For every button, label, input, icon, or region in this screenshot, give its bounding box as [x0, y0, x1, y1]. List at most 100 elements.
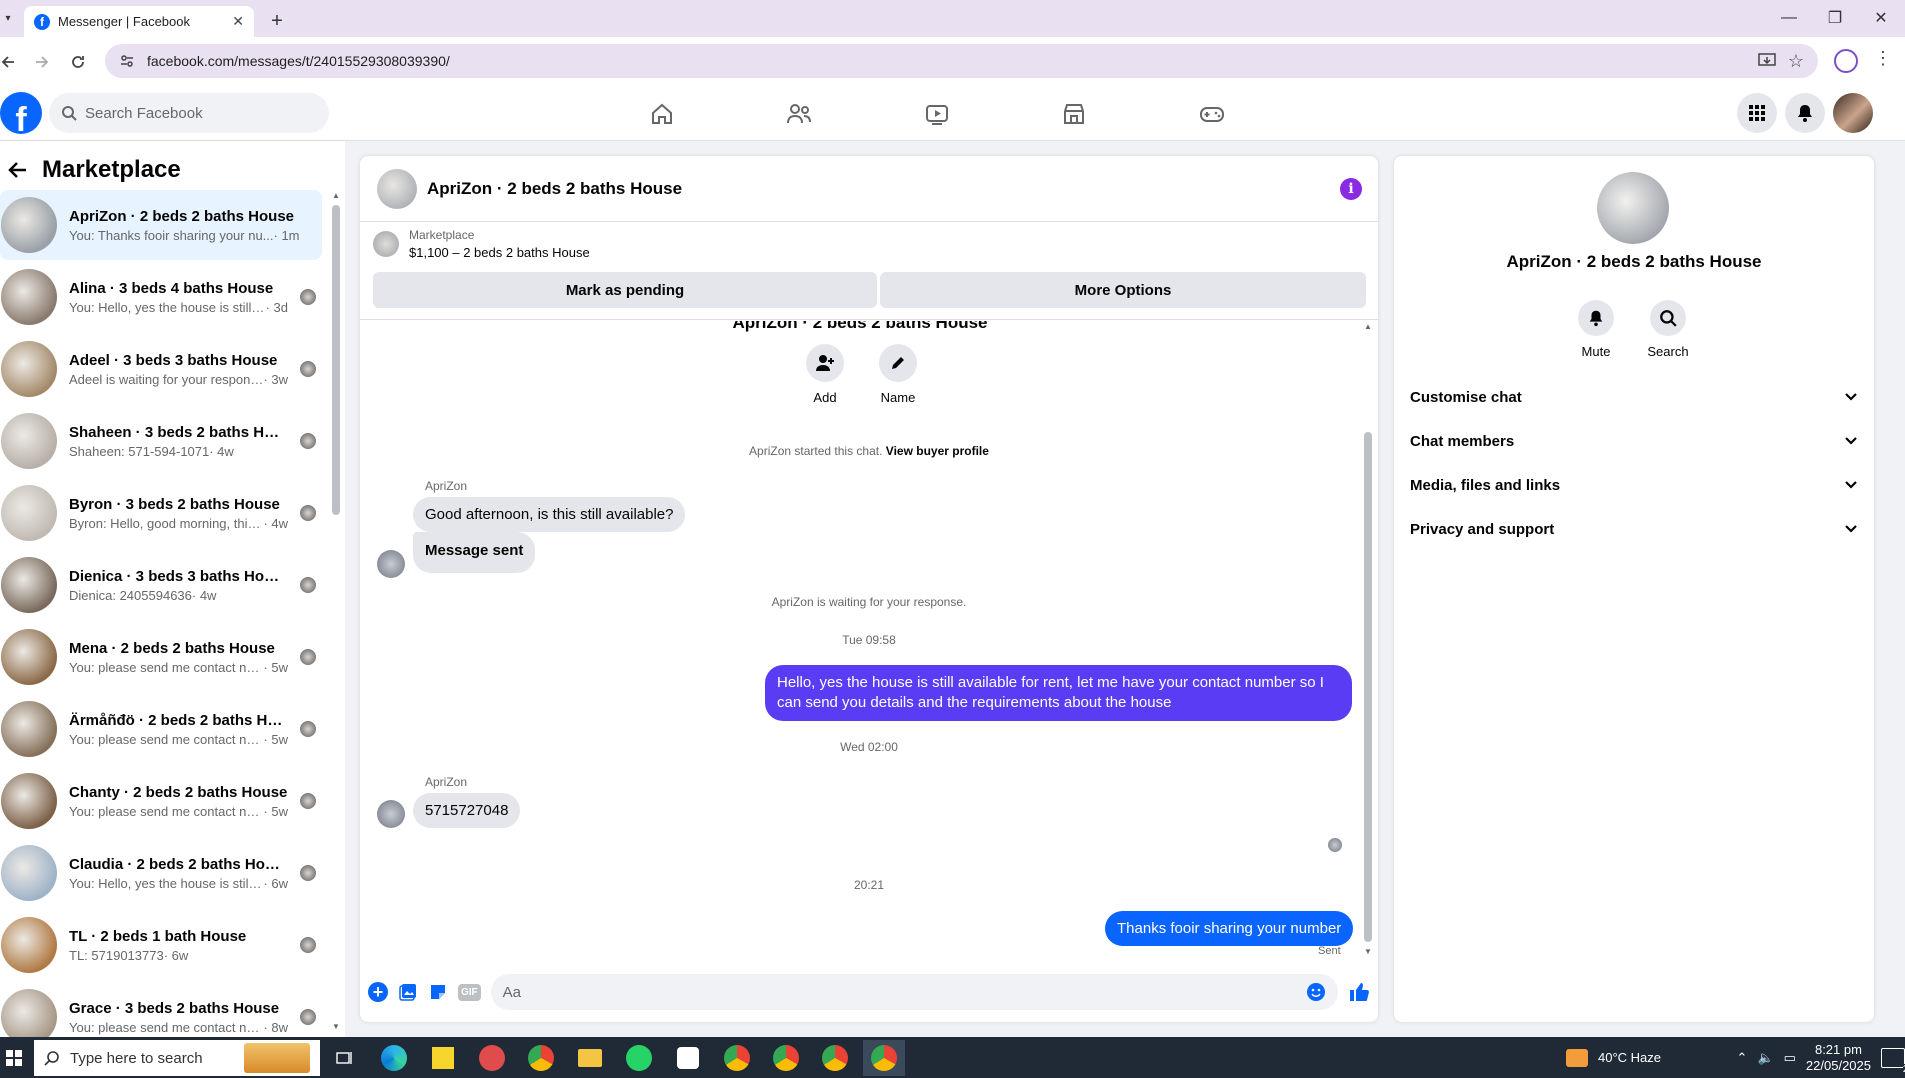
conversation-item[interactable]: Chanty · 2 beds 2 baths House You: please…	[0, 766, 322, 836]
conversation-item[interactable]: Byron · 3 beds 2 baths House Byron: Hello…	[0, 478, 322, 548]
more-options-button[interactable]: More Options	[880, 272, 1366, 308]
marketplace-icon[interactable]	[1044, 96, 1104, 132]
listing-info[interactable]: Marketplace $1,100 – 2 beds 2 baths Hous…	[372, 228, 590, 260]
attach-photo-icon[interactable]	[398, 982, 418, 1002]
close-tab-icon[interactable]: ✕	[232, 13, 244, 30]
message-bubble[interactable]: Message sent	[413, 532, 536, 573]
task-view-icon[interactable]	[324, 1040, 366, 1076]
edge-icon[interactable]	[373, 1040, 415, 1076]
tray-chevron-icon[interactable]: ⌃	[1737, 1050, 1748, 1066]
conversation-text: Ärmåñđö · 2 beds 2 baths Ho... You: pleas…	[69, 712, 288, 747]
weather-icon[interactable]	[1566, 1048, 1588, 1067]
conversation-item[interactable]: Ärmåñđö · 2 beds 2 baths Ho... You: pleas…	[0, 694, 322, 764]
home-icon[interactable]	[632, 96, 692, 132]
conversation-item[interactable]: Shaheen · 3 beds 2 baths House Shaheen: 5…	[0, 406, 322, 476]
conversation-name: Chanty · 2 beds 2 baths House	[69, 783, 288, 801]
media-files-links-section[interactable]: Media, files and links	[1408, 463, 1860, 507]
conversation-text: Alina · 3 beds 4 baths House You: Hello, …	[69, 280, 288, 315]
windows-start-icon[interactable]	[0, 1044, 28, 1072]
address-bar[interactable]: facebook.com/messages/t/2401552930803939…	[105, 44, 1818, 78]
chrome-profile-icon[interactable]	[814, 1040, 856, 1076]
info-icon[interactable]: i	[1340, 177, 1362, 200]
file-explorer-icon[interactable]	[569, 1040, 611, 1076]
tab-search-icon[interactable]: ▾	[0, 8, 16, 28]
customise-chat-section[interactable]: Customise chat	[1408, 375, 1860, 419]
account-avatar[interactable]	[1833, 93, 1873, 133]
gif-icon[interactable]: GIF	[458, 983, 481, 1001]
edit-name-button[interactable]: Name	[868, 344, 928, 405]
reload-icon[interactable]	[64, 48, 92, 76]
thumbs-up-icon[interactable]	[1348, 981, 1370, 1003]
network-icon[interactable]: ▭	[1784, 1050, 1796, 1066]
chrome-profile-icon[interactable]	[765, 1040, 807, 1076]
sender-avatar[interactable]	[377, 800, 405, 828]
my-message-bubble[interactable]: Hello, yes the house is still available …	[765, 665, 1352, 721]
new-tab-button[interactable]: +	[264, 8, 290, 34]
chrome-profile-icon[interactable]	[863, 1040, 905, 1076]
back-icon[interactable]	[0, 48, 22, 76]
more-actions-plus-icon[interactable]: +	[368, 982, 388, 1002]
browser-tab[interactable]: f Messenger | Facebook ✕	[24, 6, 254, 37]
chat-avatar[interactable]	[377, 168, 417, 209]
conversation-item[interactable]: TL · 2 beds 1 bath House TL: 5719013773 ·…	[0, 910, 322, 980]
message-bubble[interactable]: Good afternoon, is this still available?	[413, 497, 686, 532]
conversation-item[interactable]: Claudia · 2 beds 2 baths House You: Hello…	[0, 838, 322, 908]
gaming-icon[interactable]	[1182, 96, 1242, 132]
chrome-icon[interactable]	[520, 1040, 562, 1076]
browser-menu-icon[interactable]: ⋮	[1874, 48, 1892, 69]
mute-button[interactable]: Mute	[1566, 300, 1626, 359]
whatsapp-icon[interactable]	[618, 1040, 660, 1076]
site-info-icon[interactable]	[119, 53, 135, 69]
my-message-bubble[interactable]: Thanks fooir sharing your number	[1105, 911, 1354, 946]
friends-icon[interactable]	[769, 96, 829, 132]
notifications-bell-icon[interactable]	[1785, 93, 1825, 133]
clock[interactable]: 8:21 pm 22/05/2025	[1806, 1042, 1871, 1074]
search-in-chat-button[interactable]: Search	[1638, 300, 1698, 359]
menu-grid-icon[interactable]	[1737, 93, 1777, 133]
weather-text[interactable]: 40°C Haze	[1598, 1050, 1661, 1065]
scroll-down-icon[interactable]: ▼	[332, 1022, 340, 1031]
view-buyer-profile-link[interactable]: View buyer profile	[886, 444, 989, 458]
chat-members-section[interactable]: Chat members	[1408, 419, 1860, 463]
tab-title: Messenger | Facebook	[58, 14, 190, 29]
emoji-icon[interactable]	[1306, 982, 1326, 1002]
mark-as-pending-button[interactable]: Mark as pending	[373, 272, 877, 308]
conversation-item[interactable]: ApriZon · 2 beds 2 baths House You: Thank…	[0, 190, 322, 260]
back-arrow-icon[interactable]	[8, 160, 28, 180]
sender-avatar[interactable]	[377, 550, 405, 578]
install-app-icon[interactable]	[1758, 53, 1776, 69]
minimize-button[interactable]: —	[1766, 0, 1812, 36]
maximize-button[interactable]: ❐	[1812, 0, 1858, 36]
forward-icon[interactable]	[28, 48, 56, 76]
privacy-support-section[interactable]: Privacy and support	[1408, 507, 1860, 551]
conversation-item[interactable]: Mena · 2 beds 2 baths House You: please s…	[0, 622, 322, 692]
chat-title[interactable]: ApriZon · 2 beds 2 baths House	[427, 179, 1330, 199]
video-icon[interactable]	[907, 96, 967, 132]
message-input[interactable]: Aa	[490, 974, 1338, 1010]
facebook-search[interactable]: Search Facebook	[49, 93, 329, 133]
profile-icon[interactable]	[1834, 49, 1858, 73]
chat-scroll-up-icon[interactable]: ▲	[1364, 322, 1372, 331]
listing-thumbnail	[1, 557, 57, 613]
app-icon[interactable]	[471, 1040, 513, 1076]
details-avatar[interactable]	[1597, 172, 1669, 244]
conversation-item[interactable]: Dienica · 3 beds 3 baths House Dienica: 2…	[0, 550, 322, 620]
sidebar-scrollbar[interactable]	[332, 205, 340, 515]
sticky-notes-icon[interactable]	[422, 1040, 464, 1076]
volume-icon[interactable]: 🔈	[1757, 1050, 1773, 1066]
notifications-icon[interactable]: 21	[1881, 1047, 1905, 1075]
taskbar-search[interactable]: Type here to search	[34, 1040, 320, 1076]
chat-scroll-down-icon[interactable]: ▼	[1364, 947, 1372, 956]
message-bubble[interactable]: 5715727048	[413, 793, 521, 828]
conversation-item[interactable]: Alina · 3 beds 4 baths House You: Hello, …	[0, 262, 322, 332]
facebook-logo-icon[interactable]: f	[0, 92, 42, 134]
chat-scrollbar[interactable]	[1364, 432, 1372, 942]
close-window-button[interactable]: ✕	[1858, 0, 1904, 36]
add-people-button[interactable]: Add	[795, 344, 855, 405]
scroll-up-icon[interactable]: ▲	[332, 191, 340, 200]
bookmark-star-icon[interactable]: ☆	[1788, 51, 1804, 72]
capcut-icon[interactable]	[667, 1040, 709, 1076]
chrome-profile-icon[interactable]	[716, 1040, 758, 1076]
sticker-icon[interactable]	[428, 982, 448, 1002]
conversation-item[interactable]: Adeel · 3 beds 3 baths House Adeel is wai…	[0, 334, 322, 404]
